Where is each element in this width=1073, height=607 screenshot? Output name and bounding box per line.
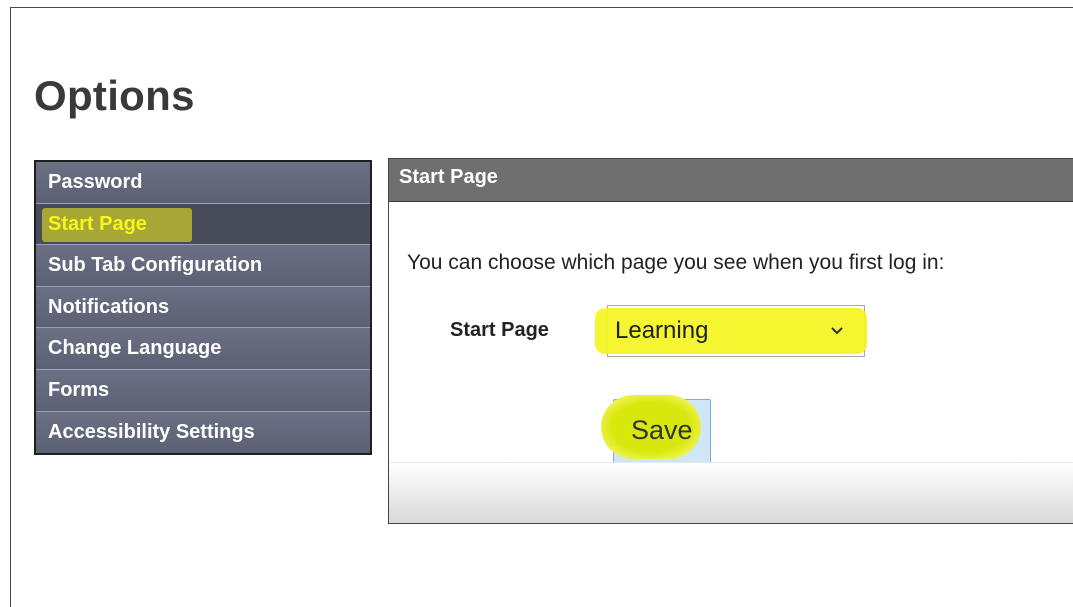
save-button-label[interactable]: Save (631, 415, 693, 446)
options-sidebar: Password Start Page Sub Tab Configuratio… (34, 160, 372, 456)
panel-footer (389, 462, 1073, 523)
sidebar-item-change-language[interactable]: Change Language (36, 328, 370, 370)
sidebar-item-label: Forms (48, 378, 110, 401)
start-page-panel: Start Page You can choose which page you… (388, 158, 1073, 524)
chevron-down-icon[interactable] (829, 323, 845, 339)
sidebar-item-password[interactable]: Password (36, 162, 370, 204)
sidebar-item-label: Password (48, 171, 143, 193)
start-page-field-label: Start Page (450, 319, 549, 341)
sidebar-item-notifications[interactable]: Notifications (36, 286, 370, 329)
sidebar-item-sub-tab-configuration[interactable]: Sub Tab Configuration (36, 245, 370, 287)
sidebar-item-start-page[interactable]: Start Page (36, 203, 370, 246)
sidebar-item-label: Sub Tab Configuration (48, 254, 263, 277)
panel-header: Start Page (389, 159, 1073, 202)
sidebar-item-forms[interactable]: Forms (36, 369, 370, 412)
sidebar-item-label: Notifications (48, 295, 170, 318)
page-title: Options (34, 72, 195, 119)
start-page-select-value[interactable]: Learning (615, 317, 708, 345)
sidebar-item-accessibility-settings[interactable]: Accessibility Settings (36, 411, 370, 454)
panel-description: You can choose which page you see when y… (407, 251, 945, 274)
sidebar-item-label: Start Page (48, 212, 147, 235)
sidebar-item-label: Change Language (48, 337, 222, 360)
sidebar-item-label: Accessibility Settings (48, 420, 255, 443)
